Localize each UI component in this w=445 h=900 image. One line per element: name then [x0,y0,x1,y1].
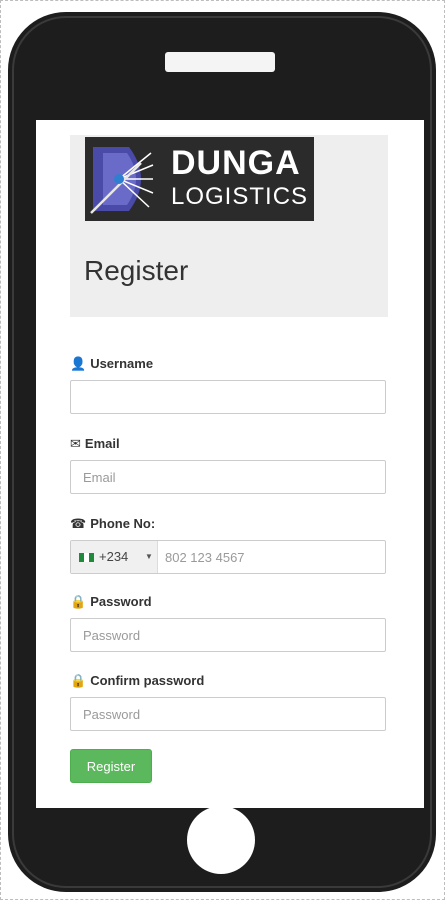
lock-icon: 🔒 [70,673,87,688]
phone-screen: DUNGA LOGISTICS Register 👤 Username ✉ Emai… [36,120,424,808]
header-panel: DUNGA LOGISTICS Register [70,135,388,317]
country-code-dropdown[interactable]: +234 ▼ [71,541,158,573]
phone-number-input[interactable] [161,541,389,573]
phone-number-field: +234 ▼ [70,540,389,574]
email-field[interactable] [70,460,386,494]
brand-logo: DUNGA LOGISTICS [85,137,314,221]
user-icon: 👤 [70,356,87,371]
phone-icon: ☎ [70,516,87,531]
password-label-text: Password [90,594,152,609]
register-button[interactable]: Register [70,749,152,783]
home-button[interactable] [187,806,255,874]
confirm-password-field[interactable] [70,697,386,731]
password-field[interactable] [70,618,386,652]
confirm-password-label: 🔒 Confirm password [70,673,204,689]
username-label: 👤 Username [70,356,153,372]
envelope-icon: ✉ [70,436,81,451]
username-field[interactable] [70,380,386,414]
page-title: Register [84,255,189,286]
caret-down-icon: ▼ [145,552,153,561]
email-label-text: Email [84,436,120,451]
dial-code: +234 [99,549,129,564]
nigeria-flag-icon [79,553,94,562]
phone-label-text: Phone No: [90,516,156,531]
brand-name: DUNGA [171,144,301,182]
phone-label: ☎ Phone No: [70,516,155,532]
password-label: 🔒 Password [70,594,152,610]
logo-mark-icon [89,143,155,215]
brand-subtitle: LOGISTICS [171,183,309,210]
phone-speaker [165,52,275,72]
username-label-text: Username [90,356,154,371]
lock-icon: 🔒 [70,594,87,609]
phone-mockup: DUNGA LOGISTICS Register 👤 Username ✉ Emai… [8,12,436,892]
email-label: ✉ Email [70,436,120,452]
confirm-password-label-text: Confirm password [90,673,205,688]
